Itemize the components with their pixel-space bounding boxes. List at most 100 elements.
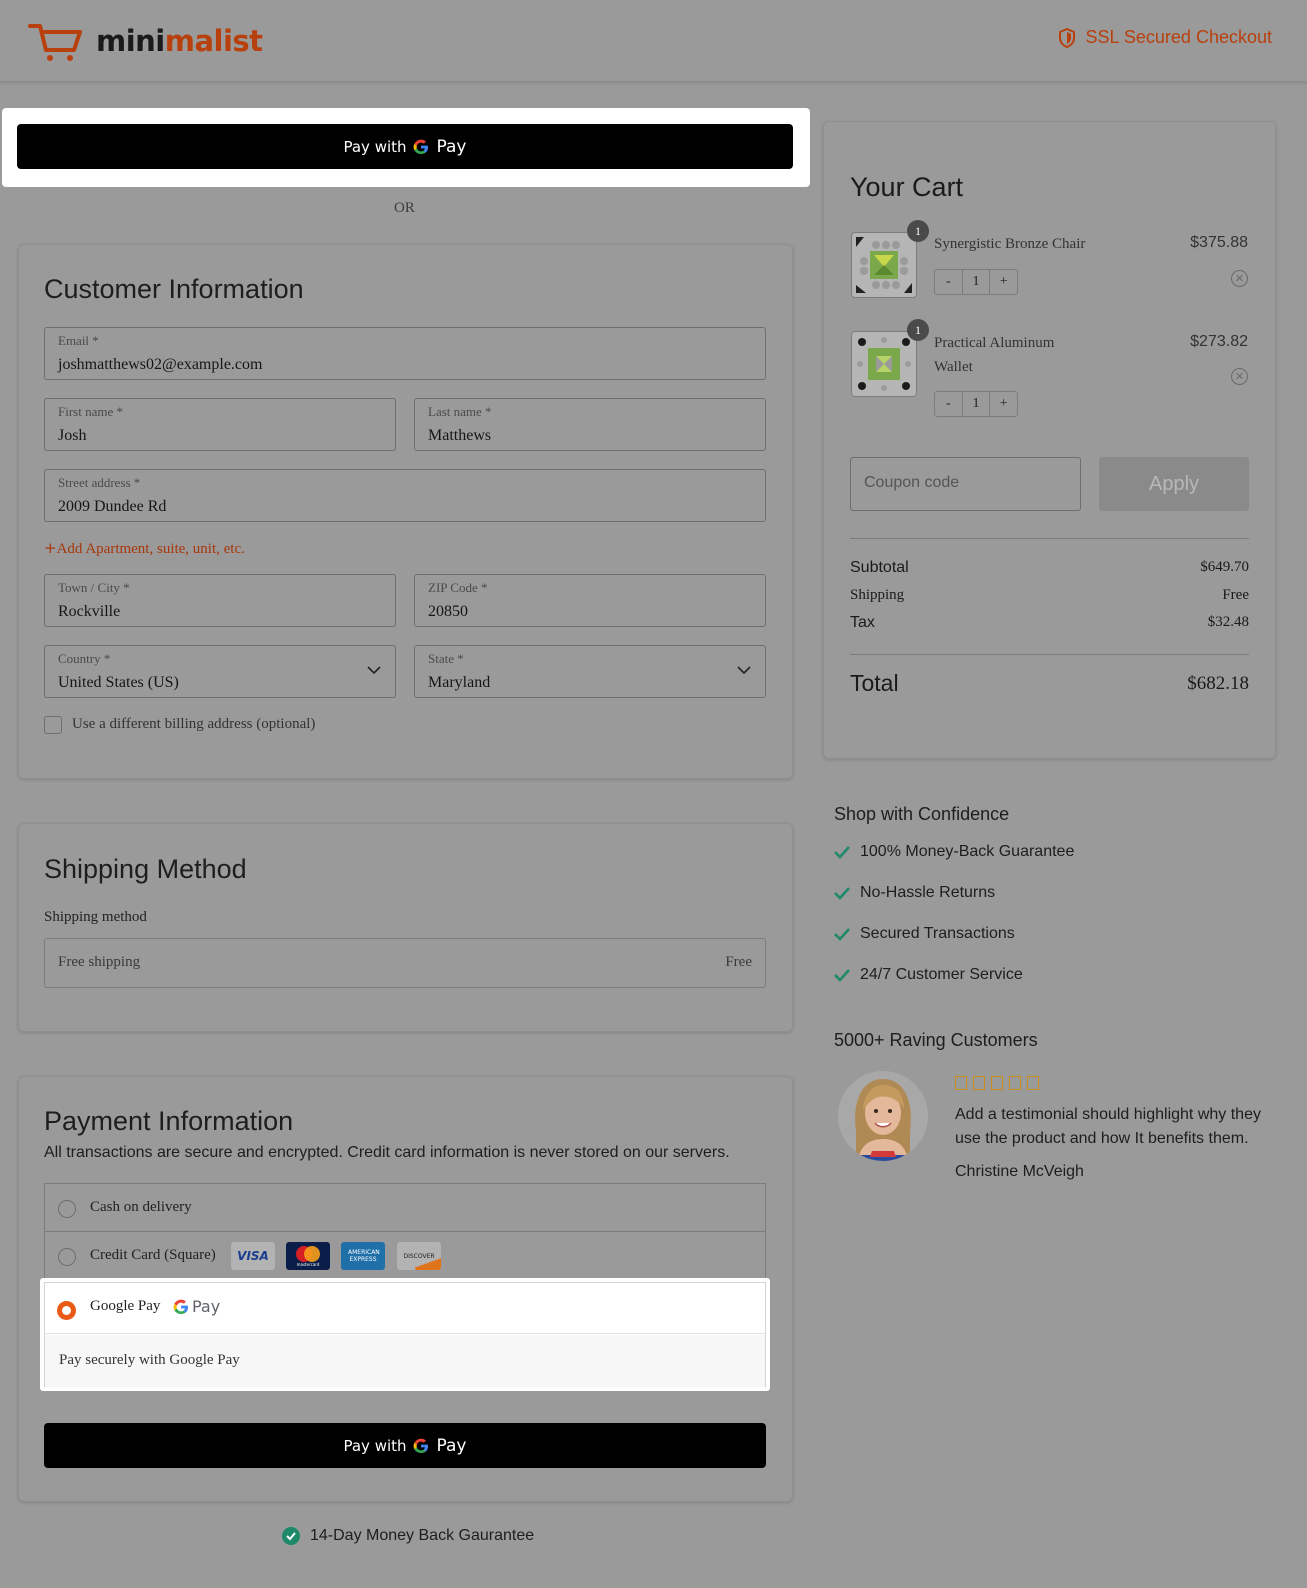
customer-avatar: [838, 1071, 928, 1161]
divider: [850, 654, 1249, 655]
qty-plus-button[interactable]: +: [990, 270, 1017, 294]
country-select[interactable]: Country * United States (US): [44, 645, 396, 698]
header: minimalist SSL Secured Checkout: [0, 0, 1307, 82]
discover-icon: DISCOVER: [397, 1242, 441, 1270]
mastercard-icon: mastercard: [286, 1242, 330, 1270]
payment-method-cod[interactable]: Cash on delivery: [45, 1184, 765, 1232]
zip-code-value: 20850: [428, 603, 468, 620]
checkmark-icon: [834, 928, 850, 941]
money-back-guarantee: 14-Day Money Back Gaurantee: [282, 1527, 534, 1545]
google-pay-method[interactable]: Google Pay Pay Pay securely with Google …: [44, 1282, 766, 1387]
coupon-code-input[interactable]: Coupon code: [850, 457, 1081, 511]
quantity-badge: 1: [907, 220, 929, 242]
qty-minus-button[interactable]: -: [935, 270, 962, 294]
cart-title: Your Cart: [850, 172, 964, 202]
town-field[interactable]: Town / City * Rockville: [44, 574, 396, 627]
first-name-field[interactable]: First name * Josh: [44, 398, 396, 451]
billing-address-label: Use a different billing address (optiona…: [72, 716, 316, 732]
first-name-value: Josh: [58, 427, 87, 444]
product-thumbnail: [851, 331, 917, 397]
state-select[interactable]: State * Maryland: [414, 645, 766, 698]
customer-information-title: Customer Information: [44, 274, 304, 304]
google-pay-submit-button[interactable]: Pay with Pay: [44, 1423, 766, 1468]
shipping-option-price: Free: [725, 954, 752, 970]
logo[interactable]: minimalist: [28, 20, 263, 62]
product-name[interactable]: Synergistic Bronze Chair: [934, 232, 1085, 256]
state-label: State *: [428, 651, 464, 666]
apply-coupon-button[interactable]: Apply: [1099, 457, 1249, 511]
google-pay-method-row[interactable]: Google Pay Pay: [45, 1283, 765, 1334]
star-icon: [1009, 1076, 1021, 1090]
last-name-label: Last name *: [428, 404, 492, 419]
qty-value[interactable]: 1: [961, 392, 991, 416]
country-value: United States (US): [58, 674, 179, 691]
checkmark-icon: [834, 887, 850, 900]
radio-credit-card[interactable]: [58, 1248, 76, 1266]
product-name[interactable]: Practical Aluminum Wallet: [934, 331, 1084, 379]
confidence-item: Secured Transactions: [834, 925, 1015, 943]
ssl-badge: SSL Secured Checkout: [1058, 27, 1272, 48]
radio-google-pay-selected[interactable]: [57, 1301, 76, 1320]
street-address-field[interactable]: Street address * 2009 Dundee Rd: [44, 469, 766, 522]
testimonial-text: Add a testimonial should highlight why t…: [955, 1106, 1261, 1147]
total-row: Total $682.18: [850, 670, 1249, 697]
google-pay-express-button[interactable]: Pay with Pay: [17, 124, 793, 169]
star-rating: [955, 1076, 1039, 1090]
google-pay-description-row: Pay securely with Google Pay: [45, 1335, 765, 1387]
confidence-item: 100% Money-Back Guarantee: [834, 843, 1074, 861]
quantity-stepper: - 1 +: [934, 391, 1018, 417]
last-name-field[interactable]: Last name * Matthews: [414, 398, 766, 451]
google-g-icon: [413, 1438, 428, 1453]
shipping-method-label: Shipping method: [44, 909, 147, 925]
guarantee-text: 14-Day Money Back Gaurantee: [310, 1527, 535, 1544]
star-icon: [973, 1076, 985, 1090]
payment-method-credit-card[interactable]: Credit Card (Square) VISA mastercard AME…: [45, 1232, 765, 1280]
remove-item-icon[interactable]: ✕: [1231, 368, 1248, 385]
shipping-option[interactable]: Free shipping Free: [44, 938, 766, 988]
payment-methods-list: Cash on delivery Credit Card (Square) VI…: [44, 1183, 766, 1279]
divider: [850, 538, 1249, 539]
total-value: $682.18: [1187, 672, 1249, 694]
billing-address-checkbox[interactable]: [44, 716, 62, 734]
star-icon: [1027, 1076, 1039, 1090]
testimonial-author: Christine McVeigh: [955, 1163, 1084, 1180]
product-thumbnail: [851, 232, 917, 298]
radio-cod[interactable]: [58, 1200, 76, 1218]
chevron-down-icon: [367, 666, 381, 675]
tax-label: Tax: [850, 614, 875, 631]
checkmark-icon: [834, 846, 850, 859]
zip-code-field[interactable]: ZIP Code * 20850: [414, 574, 766, 627]
checkmark-icon: [834, 969, 850, 982]
qty-plus-button[interactable]: +: [990, 392, 1017, 416]
remove-item-icon[interactable]: ✕: [1231, 270, 1248, 287]
qty-value[interactable]: 1: [961, 270, 991, 294]
add-apartment-link[interactable]: +Add Apartment, suite, unit, etc.: [44, 539, 245, 558]
google-g-icon: [173, 1299, 188, 1314]
confidence-text: Secured Transactions: [860, 925, 1015, 942]
star-icon: [991, 1076, 1003, 1090]
gpay-word: Pay: [436, 1435, 467, 1456]
check-circle-icon: [282, 1527, 300, 1545]
google-pay-label: Google Pay: [90, 1298, 161, 1314]
tax-value: $32.48: [1207, 614, 1249, 630]
last-name-value: Matthews: [428, 427, 492, 444]
plus-icon: +: [44, 539, 57, 557]
payment-information-title: Payment Information: [44, 1106, 294, 1136]
shield-icon: [1058, 27, 1075, 48]
subtotal-row: Subtotal $649.70: [850, 559, 1249, 577]
product-price: $273.82: [1190, 333, 1248, 350]
email-label: Email *: [58, 333, 99, 348]
total-label: Total: [850, 670, 899, 696]
google-g-icon: [413, 139, 428, 154]
pay-with-label: Pay with: [343, 137, 407, 156]
qty-minus-button[interactable]: -: [935, 392, 962, 416]
google-pay-method-highlight: Google Pay Pay Pay securely with Google …: [40, 1278, 770, 1391]
email-field[interactable]: Email * joshmatthews02@example.com: [44, 327, 766, 380]
raving-customers-title: 5000+ Raving Customers: [834, 1030, 1038, 1050]
express-checkout: Pay with Pay: [2, 108, 810, 187]
shop-with-confidence-title: Shop with Confidence: [834, 804, 1010, 824]
first-name-label: First name *: [58, 404, 123, 419]
shipping-option-label: Free shipping: [58, 954, 141, 970]
visa-icon: VISA: [231, 1242, 275, 1270]
star-icon: [955, 1076, 967, 1090]
